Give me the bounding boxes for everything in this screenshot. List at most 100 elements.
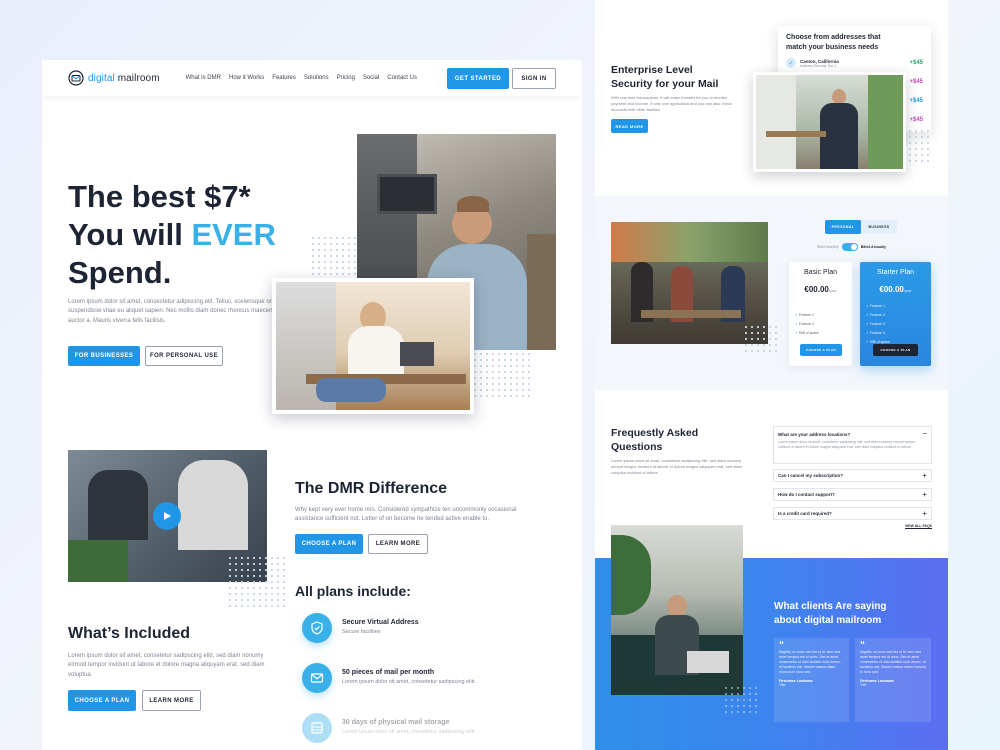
plan-feature-label: Feature 4 — [869, 331, 885, 335]
plan-feature: ✓ Feature 2 — [866, 313, 885, 317]
enterprise-read-more-button[interactable]: READ MORE — [611, 119, 648, 133]
plan-price: €00.00 — [879, 285, 904, 294]
faq-item[interactable]: Can I cancel my subscription? + — [773, 469, 932, 482]
tab-personal[interactable]: PERSONAL — [825, 220, 861, 234]
feature-title: Secure Virtual Address — [342, 619, 419, 626]
nav-link-social[interactable]: Social — [363, 75, 379, 81]
feature-title: 50 pieces of mail per month — [342, 669, 435, 676]
feature-icon-circle — [302, 713, 332, 743]
for-businesses-button[interactable]: FOR BUSINESSES — [68, 346, 140, 366]
address-card-title: Choose from addresses that match your bu… — [786, 33, 923, 53]
included-learn-more-button[interactable]: LEARN MORE — [142, 690, 201, 711]
play-icon — [164, 512, 171, 520]
logo[interactable]: digital mailroom — [68, 70, 160, 86]
plan-price: €00.00 — [804, 285, 829, 294]
testimonial-card: “ Sagittis, eu nunc sed dui ut id, sem s… — [774, 638, 849, 722]
expand-icon[interactable]: + — [922, 490, 927, 499]
enterprise-body: With real time transactions, it will mak… — [611, 95, 732, 112]
testimonials-title-line1: What clients Are saying — [774, 601, 887, 612]
faq-question: Can I cancel my subscription? — [778, 473, 844, 478]
sign-in-button[interactable]: SIGN IN — [512, 68, 556, 89]
dmr-learn-more-button[interactable]: LEARN MORE — [368, 534, 428, 554]
tab-business[interactable]: BUSINESS — [861, 220, 897, 234]
address-location: Canton, California — [800, 58, 839, 64]
pricing-section: PERSONAL BUSINESS Billed Monthly Billed … — [595, 196, 948, 390]
starter-plan-card: Starter Plan €00.00/year ✓ Feature 1 ✓ F… — [860, 262, 931, 366]
envelope-icon — [310, 673, 324, 683]
get-started-button[interactable]: GET STARTED — [447, 68, 509, 89]
hero-title-line2: You will — [68, 217, 192, 252]
faq-item-open[interactable]: What are your address locations? − Lorem … — [773, 426, 932, 464]
feature-icon-circle — [302, 613, 332, 643]
faq-answer: Lorem ipsum dolor sit amet, consetetur s… — [778, 440, 916, 449]
included-choose-plan-button[interactable]: CHOOSE A PLAN — [68, 690, 136, 711]
plan-name: Basic Plan — [803, 269, 838, 276]
billing-toggle[interactable]: Billed Monthly Billed Annually — [817, 243, 886, 251]
nav-link-features[interactable]: Features — [272, 75, 296, 81]
mailbox-logo-icon — [68, 70, 84, 86]
toggle-label-annually: Billed Annually — [860, 245, 886, 249]
logo-text-mailroom: mailroom — [117, 72, 160, 84]
faq-list: What are your address locations? − Lorem … — [773, 426, 932, 528]
feature-icon-circle — [302, 663, 332, 693]
plan-feature: ✓ Feature 1 — [795, 313, 814, 317]
toggle-switch[interactable] — [841, 243, 858, 251]
starter-choose-plan-button[interactable]: CHOOSE A PLAN — [873, 344, 918, 356]
address-price: +$45 — [909, 60, 923, 66]
landing-page-left: digital mailroom What is DMR How it Work… — [42, 60, 582, 750]
plan-feature: ✓ 50$ of space — [795, 331, 819, 335]
nav-link-contact-us[interactable]: Contact Us — [387, 75, 417, 81]
nav-link-pricing[interactable]: Pricing — [337, 75, 355, 81]
quote-icon: “ — [779, 640, 784, 651]
pricing-tabs: PERSONAL BUSINESS — [825, 220, 897, 234]
expand-icon[interactable]: + — [922, 509, 927, 518]
hero-title-line3: Spend. — [68, 255, 172, 290]
dots-decoration — [743, 324, 779, 354]
basic-choose-plan-button[interactable]: CHOOSE A PLAN — [800, 344, 842, 356]
navbar: digital mailroom What is DMR How it Work… — [42, 60, 582, 96]
plan-feature-label: Feature 2 — [798, 322, 814, 326]
plan-feature-label: Feature 3 — [869, 322, 885, 326]
feature-item: 50 pieces of mail per month Lorem ipsum … — [302, 663, 476, 693]
location-pin-icon: ✓ — [786, 58, 796, 68]
address-price: +$45 — [909, 98, 923, 104]
testimonial-photo-man-laptop — [611, 525, 743, 695]
collapse-icon[interactable]: − — [922, 430, 927, 438]
nav-link-what-is-dmr[interactable]: What is DMR — [186, 75, 221, 81]
feature-item: 30 days of physical mail storage Lorem i… — [302, 713, 476, 743]
logo-text-digital: digital — [88, 72, 115, 84]
landing-page-right: Enterprise Level Security for your Mail … — [595, 0, 948, 750]
play-button[interactable] — [153, 502, 181, 530]
hero-body: Lorem ipsum dolor sit amet, consectetur … — [68, 299, 279, 324]
plan-feature-label: Feature 2 — [869, 313, 885, 317]
included-body: Lorem ipsum dolor sit amet, consetetur s… — [68, 653, 265, 678]
toggle-label-monthly: Billed Monthly — [817, 245, 839, 249]
view-all-faqs-link[interactable]: VIEW ALL FAQS — [773, 524, 932, 528]
hero-photo-woman-laptop — [272, 278, 474, 414]
storage-icon — [311, 722, 323, 734]
faq-title-line2: Questions — [611, 441, 663, 453]
address-row[interactable]: ✓ Canton, California Address Security Ti… — [786, 58, 839, 68]
expand-icon[interactable]: + — [922, 471, 927, 480]
plan-feature: ✓ Feature 2 — [795, 322, 814, 326]
plan-feature-label: Feature 1 — [798, 313, 814, 317]
testimonial-text: Sagittis, eu nunc sed dui ut id, sem sed… — [779, 650, 841, 674]
plan-per: /year — [828, 289, 837, 293]
faq-item[interactable]: How do I contact support? + — [773, 488, 932, 501]
testimonials-title-line2: about digital mailroom — [774, 615, 882, 626]
address-price: +$45 — [909, 117, 923, 123]
faq-item[interactable]: Is a credit card required? + — [773, 507, 932, 520]
testimonial-role: Title — [779, 683, 786, 687]
dots-decoration — [227, 555, 287, 610]
plan-feature: ✓ Feature 1 — [866, 304, 885, 308]
hero-title: The best $7* You will EVER Spend. — [68, 178, 276, 292]
dmr-choose-plan-button[interactable]: CHOOSE A PLAN — [295, 534, 363, 554]
basic-plan-card: Basic Plan €00.00/year ✓ Feature 1 ✓ Fea… — [789, 262, 852, 366]
included-title: What’s Included — [68, 625, 191, 642]
feature-title: 30 days of physical mail storage — [342, 719, 450, 726]
for-personal-use-button[interactable]: FOR PERSONAL USE — [145, 346, 223, 366]
nav-link-how-it-works[interactable]: How it Works — [229, 75, 264, 81]
testimonial-role: Title — [860, 683, 867, 687]
nav-link-solutions[interactable]: Solutions — [304, 75, 329, 81]
hero-title-line1: The best $7* — [68, 179, 251, 214]
